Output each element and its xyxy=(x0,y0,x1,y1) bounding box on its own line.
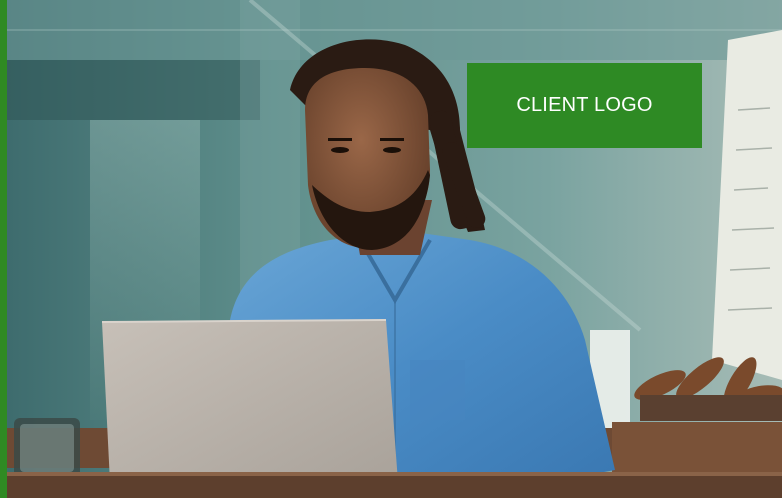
hero-banner: CLIENT LOGO xyxy=(0,0,782,498)
accent-bar xyxy=(0,0,7,498)
client-logo: CLIENT LOGO xyxy=(467,63,702,148)
